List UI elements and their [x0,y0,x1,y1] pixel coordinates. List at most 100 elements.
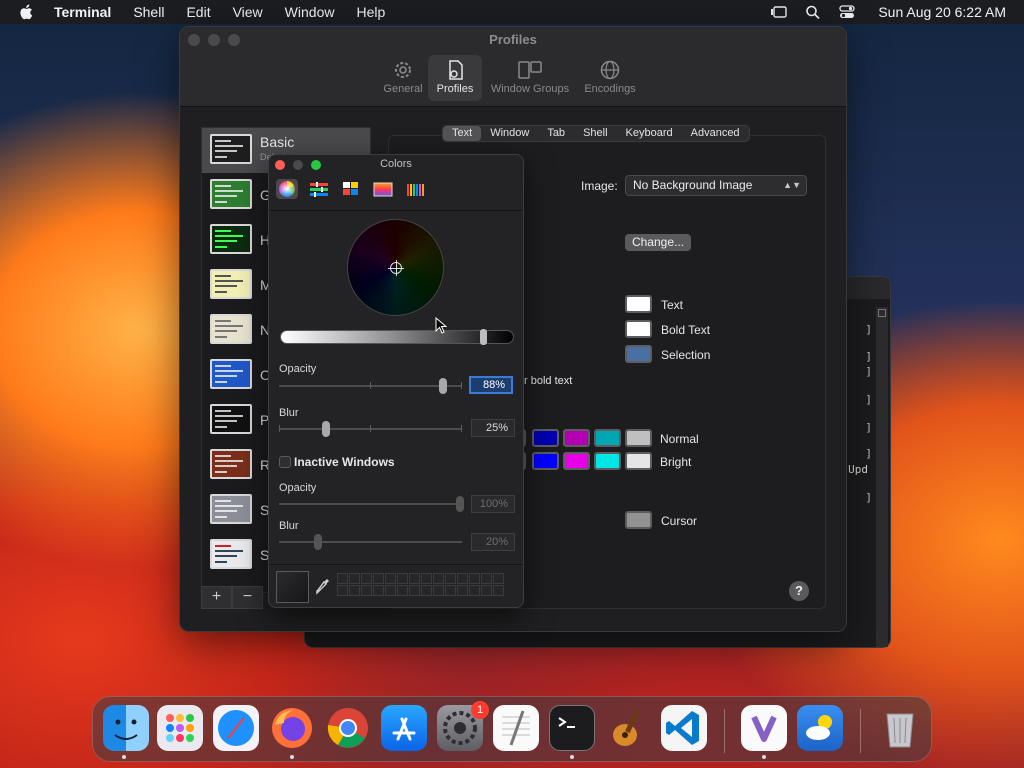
tab-keyboard[interactable]: Keyboard [617,126,682,141]
apple-logo-icon[interactable] [18,3,36,21]
tab-advanced[interactable]: Advanced [682,126,749,141]
color-sliders-mode-button[interactable] [308,179,330,199]
ansi-color-well[interactable] [594,452,621,470]
opacity-field[interactable]: 88% [469,376,513,394]
trash-icon[interactable] [877,705,923,751]
custom-swatch[interactable] [457,573,468,584]
inactive-blur-field[interactable]: 20% [471,533,515,551]
selection-color-well[interactable] [625,345,652,363]
launchpad-icon[interactable] [157,705,203,751]
textedit-icon[interactable] [493,705,539,751]
terminal-icon[interactable] [549,705,595,751]
custom-swatch[interactable] [337,573,348,584]
change-font-button[interactable]: Change... [625,234,691,251]
blur-slider-knob[interactable] [322,421,330,437]
custom-swatch[interactable] [373,585,384,596]
spotlight-search-icon[interactable] [804,4,822,20]
inactive-opacity-slider-knob[interactable] [456,496,464,512]
color-wheel-mode-button[interactable] [276,179,298,199]
custom-swatch[interactable] [409,585,420,596]
tab-shell[interactable]: Shell [574,126,616,141]
custom-swatch[interactable] [421,585,432,596]
custom-swatch[interactable] [385,585,396,596]
menu-view[interactable]: View [233,4,263,20]
vscode-icon[interactable] [661,705,707,751]
custom-swatch[interactable] [385,573,396,584]
custom-swatch[interactable] [493,585,504,596]
help-button[interactable]: ? [789,581,809,601]
toolbar-window-groups[interactable]: Window Groups [484,55,576,101]
custom-swatch[interactable] [493,573,504,584]
app-store-icon[interactable] [381,705,427,751]
ansi-color-well[interactable] [563,452,590,470]
toolbar-encodings[interactable]: Encodings [578,55,642,101]
menu-window[interactable]: Window [285,4,335,20]
remove-profile-button[interactable]: − [232,586,263,609]
custom-swatch[interactable] [361,573,372,584]
visual-studio-icon[interactable] [741,705,787,751]
inactive-opacity-slider[interactable] [279,496,464,512]
menu-edit[interactable]: Edit [186,4,210,20]
terminal-scrollbar[interactable] [876,307,888,647]
bold-text-color-well[interactable] [625,320,652,338]
custom-swatch[interactable] [349,573,360,584]
current-color-well[interactable] [276,571,309,603]
menu-shell[interactable]: Shell [133,4,164,20]
custom-swatch[interactable] [445,585,456,596]
blur-field[interactable]: 25% [471,419,515,437]
toolbar-general[interactable]: General [380,55,426,101]
weather-icon[interactable] [797,705,843,751]
custom-swatch[interactable] [397,573,408,584]
custom-swatch[interactable] [469,573,480,584]
ansi-color-well[interactable] [625,429,652,447]
control-center-icon[interactable] [838,4,856,20]
custom-swatch[interactable] [481,585,492,596]
custom-swatch[interactable] [433,585,444,596]
color-wheel[interactable] [347,219,444,316]
custom-swatch[interactable] [361,585,372,596]
custom-swatch[interactable] [481,573,492,584]
blur-slider[interactable] [279,421,462,437]
menu-help[interactable]: Help [356,4,385,20]
colors-panel[interactable]: Colors Opacity 88% Blur 25% Inactive Win… [268,154,524,608]
tab-text[interactable]: Text [443,126,482,141]
inactive-blur-slider[interactable] [279,534,462,550]
color-palettes-mode-button[interactable] [340,179,362,199]
ansi-color-well[interactable] [532,452,559,470]
inactive-windows-checkbox[interactable] [279,456,291,468]
custom-swatch[interactable] [421,573,432,584]
stage-manager-icon[interactable] [770,4,788,20]
custom-color-swatches[interactable] [337,573,504,596]
menu-clock[interactable]: Sun Aug 20 6:22 AM [878,4,1006,20]
inactive-blur-slider-knob[interactable] [314,534,322,550]
ansi-color-well[interactable] [563,429,590,447]
custom-swatch[interactable] [409,573,420,584]
custom-swatch[interactable] [373,573,384,584]
firefox-icon[interactable] [269,705,315,751]
text-color-well[interactable] [625,295,652,313]
settings-titlebar[interactable]: Profiles General Profiles Window Groups … [180,27,846,107]
custom-swatch[interactable] [337,585,348,596]
custom-swatch[interactable] [433,573,444,584]
menu-app-name[interactable]: Terminal [54,4,111,20]
color-picker-crosshair-icon[interactable] [388,260,404,276]
custom-swatch[interactable] [469,585,480,596]
ansi-color-well[interactable] [532,429,559,447]
opacity-slider-knob[interactable] [439,378,447,394]
brightness-slider-knob[interactable] [480,329,487,345]
tab-window[interactable]: Window [481,126,538,141]
custom-swatch[interactable] [457,585,468,596]
custom-swatch[interactable] [445,573,456,584]
image-palettes-mode-button[interactable] [372,179,394,199]
add-profile-button[interactable]: + [201,586,232,609]
chrome-icon[interactable] [325,705,371,751]
pencils-mode-button[interactable] [404,179,426,199]
garageband-icon[interactable] [605,705,651,751]
brightness-slider[interactable] [280,329,514,345]
ansi-color-well[interactable] [625,452,652,470]
inactive-opacity-field[interactable]: 100% [471,495,515,513]
safari-icon[interactable] [213,705,259,751]
eyedropper-icon[interactable] [315,577,331,595]
toolbar-profiles[interactable]: Profiles [428,55,482,101]
opacity-slider[interactable] [279,378,462,394]
